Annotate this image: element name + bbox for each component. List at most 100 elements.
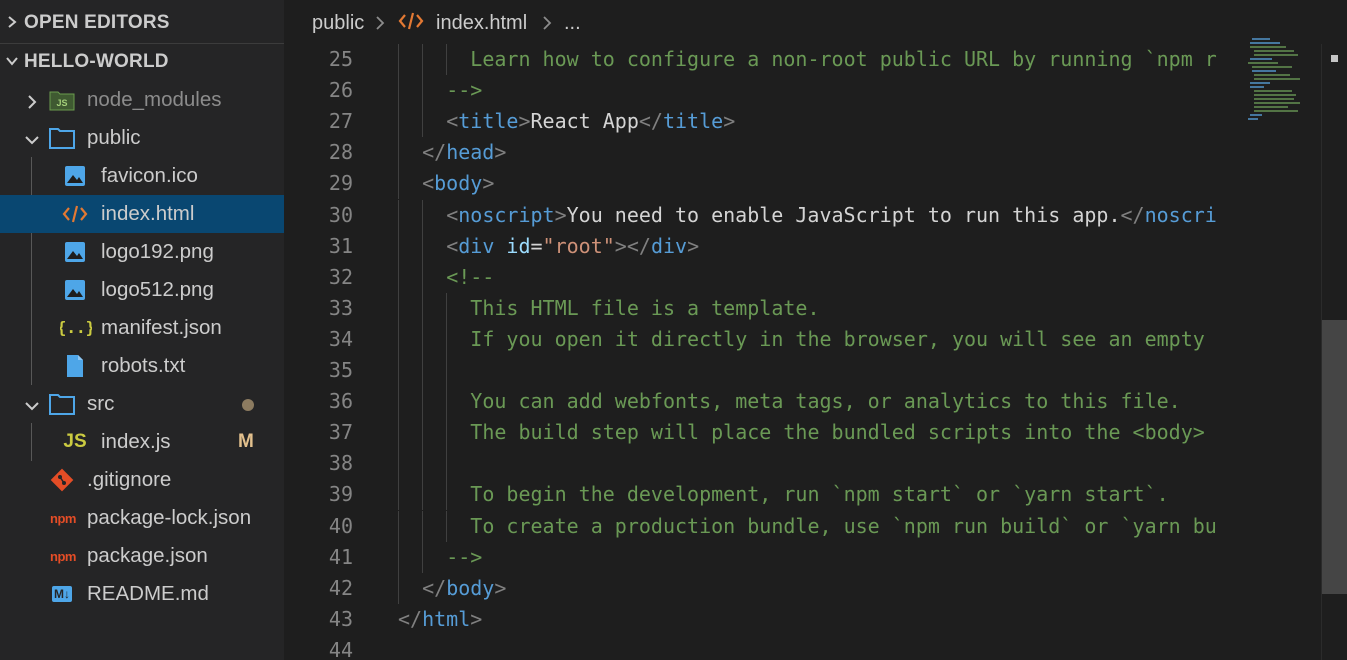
code-text: <title>React App</title> xyxy=(446,109,736,134)
code-line[interactable]: 34 If you open it directly in the browser… xyxy=(284,323,1240,355)
indent-guide xyxy=(446,448,448,480)
line-number: 35 xyxy=(328,358,353,382)
code-line[interactable]: 40 To create a production bundle, use `np… xyxy=(284,510,1240,542)
code-line[interactable]: 39 To begin the development, run `npm sta… xyxy=(284,479,1240,511)
indent-guide xyxy=(446,44,448,76)
tree-item-src[interactable]: src xyxy=(0,385,284,423)
code-line[interactable]: 38 xyxy=(284,448,1240,480)
indent-guide xyxy=(398,261,399,293)
code-line[interactable]: 25 Learn how to configure a non-root publ… xyxy=(284,44,1240,76)
indent-guide xyxy=(398,292,399,324)
code-line[interactable]: 30 <noscript>You need to enable JavaScrip… xyxy=(284,199,1240,231)
code-line[interactable]: 27 <title>React App</title> xyxy=(284,106,1240,138)
image-icon xyxy=(62,277,88,303)
tree-item-index-js[interactable]: JS index.js M xyxy=(0,423,284,461)
code-line[interactable]: 32 <!-- xyxy=(284,261,1240,293)
line-number: 29 xyxy=(328,171,353,196)
code-text: <noscript>You need to enable JavaScript … xyxy=(446,202,1217,227)
tree-item-readme[interactable]: M↓ README.md xyxy=(0,575,284,613)
chevron-right-icon xyxy=(0,15,24,32)
file-icon xyxy=(62,353,88,379)
tree-item-package-json[interactable]: npm package.json xyxy=(0,537,284,575)
js-icon: JS xyxy=(62,429,88,455)
code-line[interactable]: 31 <div id="root"></div> xyxy=(284,230,1240,262)
code-line[interactable]: 36 You can add webfonts, meta tags, or an… xyxy=(284,386,1240,418)
code-line[interactable]: 37 The build step will place the bundled … xyxy=(284,417,1240,449)
scrollbar-marker xyxy=(1331,55,1338,62)
code-line[interactable]: 43 </html> xyxy=(284,604,1240,635)
markdown-icon: M↓ xyxy=(49,581,75,607)
indent-guide xyxy=(398,106,399,138)
code-line[interactable]: 41 --> xyxy=(284,541,1240,573)
minimap-line xyxy=(1250,42,1280,44)
code-line[interactable]: 33 This HTML file is a template. xyxy=(284,292,1240,324)
minimap-line xyxy=(1254,50,1294,52)
line-number: 42 xyxy=(328,575,353,600)
chevron-right-icon xyxy=(374,12,386,40)
code-line[interactable]: 44 xyxy=(284,635,1240,660)
code-text: <div id="root"></div> xyxy=(446,233,700,258)
breadcrumb-file[interactable]: index.html xyxy=(436,12,527,35)
code-text: <body> xyxy=(422,171,495,196)
minimap-line xyxy=(1252,66,1292,68)
line-number: 39 xyxy=(328,482,353,507)
minimap-line xyxy=(1254,102,1300,104)
code-line[interactable]: 26 --> xyxy=(284,75,1240,107)
code-line[interactable]: 29 <body> xyxy=(284,168,1240,200)
tree-item-index-html[interactable]: index.html xyxy=(0,195,284,233)
npm-badge: npm xyxy=(50,548,76,564)
tree-item-label: logo512.png xyxy=(101,278,214,301)
vertical-scrollbar-thumb[interactable] xyxy=(1322,320,1347,594)
indent-guide xyxy=(446,417,448,449)
breadcrumb: public index.html ... xyxy=(284,0,1244,46)
indent-guide xyxy=(422,261,424,293)
breadcrumb-ellipsis[interactable]: ... xyxy=(564,12,581,35)
code-line[interactable]: 28 </head> xyxy=(284,137,1240,169)
tree-item-favicon[interactable]: favicon.ico xyxy=(0,157,284,195)
tree-item-manifest[interactable]: {..} manifest.json xyxy=(0,309,284,347)
editor-pane[interactable]: public index.html ... 25 Learn how to con… xyxy=(284,0,1347,660)
indent-guide xyxy=(422,541,424,573)
indent-guide xyxy=(422,106,424,138)
code-text: If you open it directly in the browser, … xyxy=(470,326,1205,351)
code-area[interactable]: 25 Learn how to configure a non-root publ… xyxy=(284,44,1240,660)
json-icon: {..} xyxy=(60,315,92,341)
indent-guide xyxy=(422,323,424,355)
minimap-line xyxy=(1254,54,1298,56)
minimap[interactable] xyxy=(1240,38,1320,138)
tree-item-public[interactable]: public xyxy=(0,119,284,157)
tree-item-package-lock[interactable]: npm package-lock.json xyxy=(0,499,284,537)
minimap-line xyxy=(1250,82,1270,84)
code-line[interactable]: 42 </body> xyxy=(284,572,1240,604)
breadcrumb-folder[interactable]: public xyxy=(312,12,364,35)
tree-item-robots[interactable]: robots.txt xyxy=(0,347,284,385)
tree-item-logo192[interactable]: logo192.png xyxy=(0,233,284,271)
open-editors-label: OPEN EDITORS xyxy=(24,12,170,33)
code-line[interactable]: 35 xyxy=(284,355,1240,387)
code-text: This HTML file is a template. xyxy=(470,295,820,320)
indent-guide xyxy=(446,510,448,542)
minimap-line xyxy=(1254,94,1296,96)
code-text: You can add webfonts, meta tags, or anal… xyxy=(470,389,1181,414)
minimap-line xyxy=(1254,74,1290,76)
indent-guide xyxy=(398,137,399,169)
code-text: </html> xyxy=(398,606,483,631)
tree-item-label: package.json xyxy=(87,544,208,567)
line-number: 25 xyxy=(328,47,353,71)
indent-guide xyxy=(446,355,448,387)
indent-guide xyxy=(422,75,424,107)
tree-item-label: README.md xyxy=(87,582,209,605)
project-header[interactable]: HELLO-WORLD xyxy=(0,43,284,81)
indent-guide xyxy=(398,168,399,200)
tree-item-gitignore[interactable]: .gitignore xyxy=(0,461,284,499)
indent-guide xyxy=(422,292,424,324)
code-text: --> xyxy=(446,78,483,103)
tree-item-logo512[interactable]: logo512.png xyxy=(0,271,284,309)
tree-item-label: package-lock.json xyxy=(87,506,252,529)
open-editors-header[interactable]: OPEN EDITORS xyxy=(0,4,284,42)
folder-open-icon xyxy=(49,391,75,417)
indent-guide xyxy=(398,75,399,107)
indent-guide xyxy=(398,417,399,449)
tree-item-label: index.html xyxy=(101,202,195,225)
tree-item-node-modules[interactable]: JS node_modules xyxy=(0,81,284,119)
